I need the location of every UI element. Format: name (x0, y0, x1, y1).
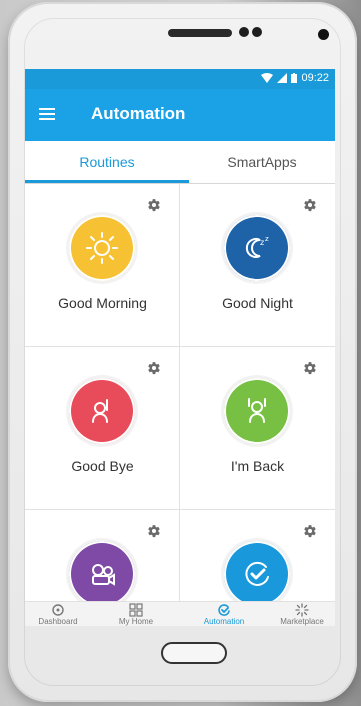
nav-marketplace[interactable]: Marketplace (271, 603, 333, 626)
gear-icon[interactable] (147, 524, 161, 538)
routine-card-im-back[interactable]: I'm Back (180, 347, 335, 510)
video-camera-icon (69, 541, 135, 607)
earpiece-speaker (168, 29, 232, 37)
status-time: 09:22 (301, 72, 329, 84)
routine-label: I'm Back (230, 458, 285, 474)
home-button[interactable] (161, 642, 227, 664)
svg-text:z: z (260, 238, 264, 247)
page-title: Automation (91, 104, 186, 123)
nav-label: Marketplace (280, 617, 324, 626)
bottom-navigation: Dashboard My Home Automation Marketplace (25, 601, 335, 626)
routine-card-good-night[interactable]: z z Good Night (180, 184, 335, 347)
wifi-icon (261, 73, 274, 83)
status-bar: 09:22 (25, 69, 335, 89)
tab-bar: Routines SmartApps (25, 141, 335, 184)
light-sensor (252, 27, 262, 37)
proximity-sensor (239, 27, 249, 37)
waving-hand-icon (69, 378, 135, 444)
sparkle-icon (271, 603, 333, 617)
hamburger-menu-icon[interactable] (39, 105, 57, 123)
nav-label: Dashboard (38, 617, 78, 626)
hands-up-person-icon (224, 378, 290, 444)
nav-automation[interactable]: Automation (193, 603, 255, 626)
app-bar: Automation (25, 89, 335, 141)
front-camera (318, 29, 329, 40)
routine-card-6[interactable] (180, 510, 335, 610)
gear-icon[interactable] (303, 198, 317, 212)
check-refresh-icon (224, 541, 290, 607)
routine-grid: Good Morning z z Good Night Good Bye I'm… (25, 184, 335, 610)
routine-card-5[interactable] (25, 510, 180, 610)
screen: 09:22 Automation Routines SmartApps Good… (25, 69, 335, 626)
nav-label: Automation (203, 617, 245, 626)
moon-sleep-icon: z z (224, 215, 290, 281)
status-icons: 09:22 (261, 72, 329, 84)
dashboard-icon (27, 603, 89, 617)
sun-icon (69, 215, 135, 281)
svg-text:z: z (265, 235, 269, 243)
routine-label: Good Bye (71, 458, 134, 474)
gear-icon[interactable] (147, 361, 161, 375)
gear-icon[interactable] (303, 524, 317, 538)
nav-my-home[interactable]: My Home (105, 603, 167, 626)
routine-card-good-morning[interactable]: Good Morning (25, 184, 180, 347)
routine-label: Good Night (222, 295, 293, 311)
battery-icon (291, 73, 298, 83)
gear-icon[interactable] (303, 361, 317, 375)
automation-check-icon (193, 603, 255, 617)
tab-routines[interactable]: Routines (25, 141, 189, 183)
tab-smartapps[interactable]: SmartApps (189, 141, 335, 183)
grid-icon (105, 603, 167, 617)
nav-dashboard[interactable]: Dashboard (27, 603, 89, 626)
nav-label: My Home (118, 617, 154, 626)
routine-card-good-bye[interactable]: Good Bye (25, 347, 180, 510)
routine-label: Good Morning (58, 295, 147, 311)
signal-icon (277, 73, 288, 83)
gear-icon[interactable] (147, 198, 161, 212)
